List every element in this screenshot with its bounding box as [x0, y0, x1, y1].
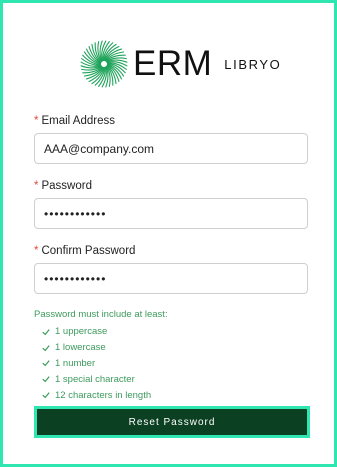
- required-marker: *: [34, 245, 39, 257]
- check-icon: [42, 329, 50, 336]
- requirement-text: 1 special character: [55, 373, 135, 385]
- requirement-item: 1 lowercase: [42, 340, 151, 356]
- brand-name: ERM: [133, 44, 213, 83]
- reset-password-button-focus-ring: Reset Password: [34, 406, 310, 438]
- requirement-item: 1 number: [42, 356, 151, 372]
- erm-sunburst-icon: [80, 40, 128, 88]
- requirement-item: 12 characters in length: [42, 387, 151, 403]
- password-requirements-title: Password must include at least:: [34, 309, 168, 320]
- check-icon: [42, 376, 50, 383]
- email-label: * Email Address: [34, 115, 115, 127]
- password-field[interactable]: [34, 198, 308, 229]
- password-label-text: Password: [41, 180, 92, 192]
- check-icon: [42, 360, 50, 367]
- check-icon: [42, 344, 50, 351]
- product-name: LIBRYO: [224, 56, 282, 72]
- reset-password-button[interactable]: Reset Password: [37, 409, 307, 435]
- required-marker: *: [34, 180, 39, 192]
- requirement-text: 1 number: [55, 357, 96, 369]
- email-label-text: Email Address: [41, 115, 115, 127]
- password-label: * Password: [34, 180, 92, 192]
- confirm-password-field[interactable]: [34, 263, 308, 294]
- confirm-password-label: * Confirm Password: [34, 245, 135, 257]
- requirement-text: 1 uppercase: [55, 326, 108, 338]
- requirement-item: 1 uppercase: [42, 324, 151, 340]
- password-requirements-list: 1 uppercase 1 lowercase 1 number 1 speci…: [42, 324, 151, 403]
- requirement-item: 1 special character: [42, 371, 151, 387]
- confirm-password-label-text: Confirm Password: [41, 245, 136, 257]
- requirement-text: 1 lowercase: [55, 342, 106, 354]
- erm-libryo-logo: ERM LIBRYO: [79, 39, 281, 89]
- check-icon: [42, 392, 50, 399]
- reset-password-card: ERM LIBRYO *Email Address *Password *Con…: [0, 0, 337, 467]
- requirement-text: 12 characters in length: [55, 389, 152, 401]
- required-marker: *: [34, 115, 39, 127]
- email-field[interactable]: [34, 133, 308, 164]
